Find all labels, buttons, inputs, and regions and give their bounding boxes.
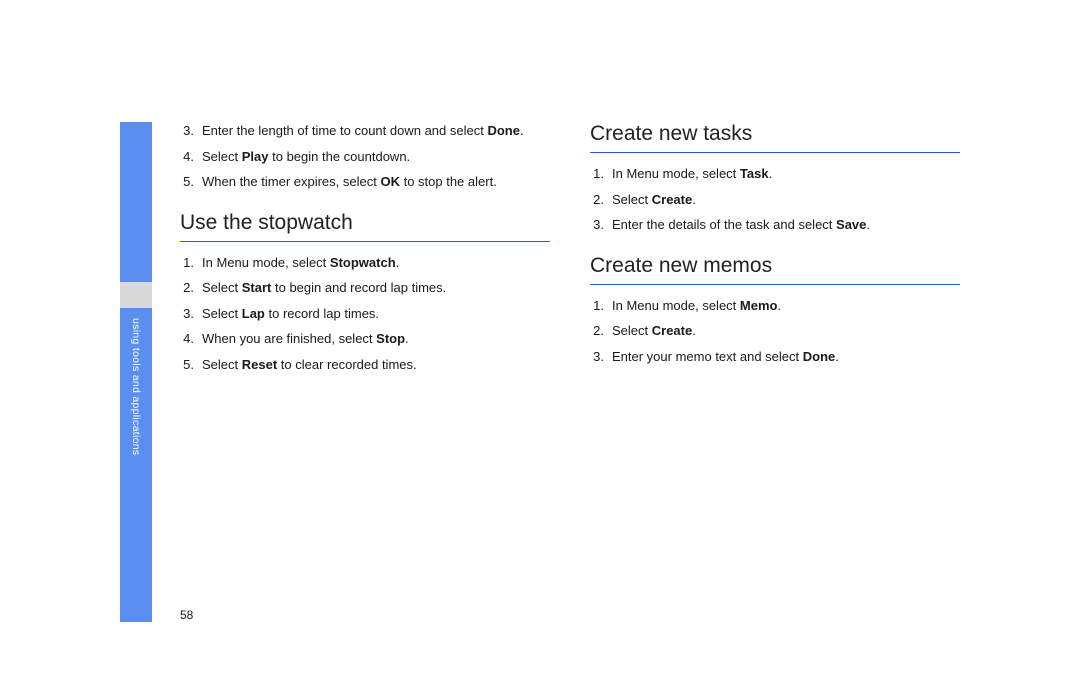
step-bold-term: Create xyxy=(652,192,692,207)
step-text: In Menu mode, select Stopwatch. xyxy=(202,254,550,272)
step-number: 3. xyxy=(590,216,604,234)
step-text: Enter the length of time to count down a… xyxy=(202,122,550,140)
step-number: 3. xyxy=(180,122,194,140)
step-bold-term: Done xyxy=(803,349,836,364)
section-title-memos: Create new memos xyxy=(590,254,960,285)
step-text: Select Play to begin the countdown. xyxy=(202,148,550,166)
step-text: In Menu mode, select Memo. xyxy=(612,297,960,315)
step-bold-term: Task xyxy=(740,166,769,181)
step-number: 2. xyxy=(180,279,194,297)
page-number: 58 xyxy=(180,608,193,622)
step-text: Select Lap to record lap times. xyxy=(202,305,550,323)
step-bold-term: Reset xyxy=(242,357,277,372)
step-item: 3. Enter the details of the task and sele… xyxy=(590,216,960,234)
section-title-stopwatch: Use the stopwatch xyxy=(180,211,550,242)
step-item: 1. In Menu mode, select Memo. xyxy=(590,297,960,315)
side-tab-blue-top xyxy=(120,122,152,282)
step-number: 4. xyxy=(180,148,194,166)
step-item: 3. Select Lap to record lap times. xyxy=(180,305,550,323)
manual-page: using tools and applications 3. Enter the… xyxy=(120,122,968,622)
step-number: 2. xyxy=(590,191,604,209)
step-item: 1. In Menu mode, select Task. xyxy=(590,165,960,183)
step-number: 4. xyxy=(180,330,194,348)
step-item: 2. Select Create. xyxy=(590,191,960,209)
step-text: Select Reset to clear recorded times. xyxy=(202,356,550,374)
step-number: 1. xyxy=(590,165,604,183)
step-text: In Menu mode, select Task. xyxy=(612,165,960,183)
step-item: 4. Select Play to begin the countdown. xyxy=(180,148,550,166)
step-bold-term: Memo xyxy=(740,298,778,313)
step-text: Enter your memo text and select Done. xyxy=(612,348,960,366)
side-tab-grey-notch xyxy=(120,282,152,308)
step-item: 2. Select Create. xyxy=(590,322,960,340)
step-number: 3. xyxy=(590,348,604,366)
step-bold-term: Done xyxy=(487,123,520,138)
side-tab-label: using tools and applications xyxy=(120,314,152,574)
step-number: 5. xyxy=(180,356,194,374)
step-item: 5. Select Reset to clear recorded times. xyxy=(180,356,550,374)
step-text: When you are finished, select Stop. xyxy=(202,330,550,348)
step-text: Select Create. xyxy=(612,322,960,340)
step-text: When the timer expires, select OK to sto… xyxy=(202,173,550,191)
step-text: Enter the details of the task and select… xyxy=(612,216,960,234)
step-bold-term: OK xyxy=(380,174,400,189)
step-number: 5. xyxy=(180,173,194,191)
step-bold-term: Stopwatch xyxy=(330,255,396,270)
step-item: 4. When you are finished, select Stop. xyxy=(180,330,550,348)
stopwatch-steps: 1. In Menu mode, select Stopwatch. 2. Selec… xyxy=(180,254,550,374)
step-number: 2. xyxy=(590,322,604,340)
step-bold-term: Start xyxy=(242,280,272,295)
step-item: 2. Select Start to begin and record lap t… xyxy=(180,279,550,297)
memos-steps: 1. In Menu mode, select Memo. 2. Select Cre… xyxy=(590,297,960,366)
step-text: Select Create. xyxy=(612,191,960,209)
step-item: 5. When the timer expires, select OK to s… xyxy=(180,173,550,191)
step-bold-term: Save xyxy=(836,217,866,232)
side-tab: using tools and applications xyxy=(120,122,152,622)
content-columns: 3. Enter the length of time to count down… xyxy=(180,122,968,381)
step-item: 3. Enter your memo text and select Done. xyxy=(590,348,960,366)
step-item: 1. In Menu mode, select Stopwatch. xyxy=(180,254,550,272)
step-bold-term: Lap xyxy=(242,306,265,321)
timer-continuation-steps: 3. Enter the length of time to count down… xyxy=(180,122,550,191)
step-text: Select Start to begin and record lap tim… xyxy=(202,279,550,297)
step-number: 3. xyxy=(180,305,194,323)
step-number: 1. xyxy=(180,254,194,272)
section-title-tasks: Create new tasks xyxy=(590,122,960,153)
step-item: 3. Enter the length of time to count down… xyxy=(180,122,550,140)
right-column: Create new tasks 1. In Menu mode, select … xyxy=(590,122,960,381)
left-column: 3. Enter the length of time to count down… xyxy=(180,122,550,381)
step-bold-term: Play xyxy=(242,149,269,164)
tasks-steps: 1. In Menu mode, select Task. 2. Select Cre… xyxy=(590,165,960,234)
step-number: 1. xyxy=(590,297,604,315)
step-bold-term: Stop xyxy=(376,331,405,346)
step-bold-term: Create xyxy=(652,323,692,338)
